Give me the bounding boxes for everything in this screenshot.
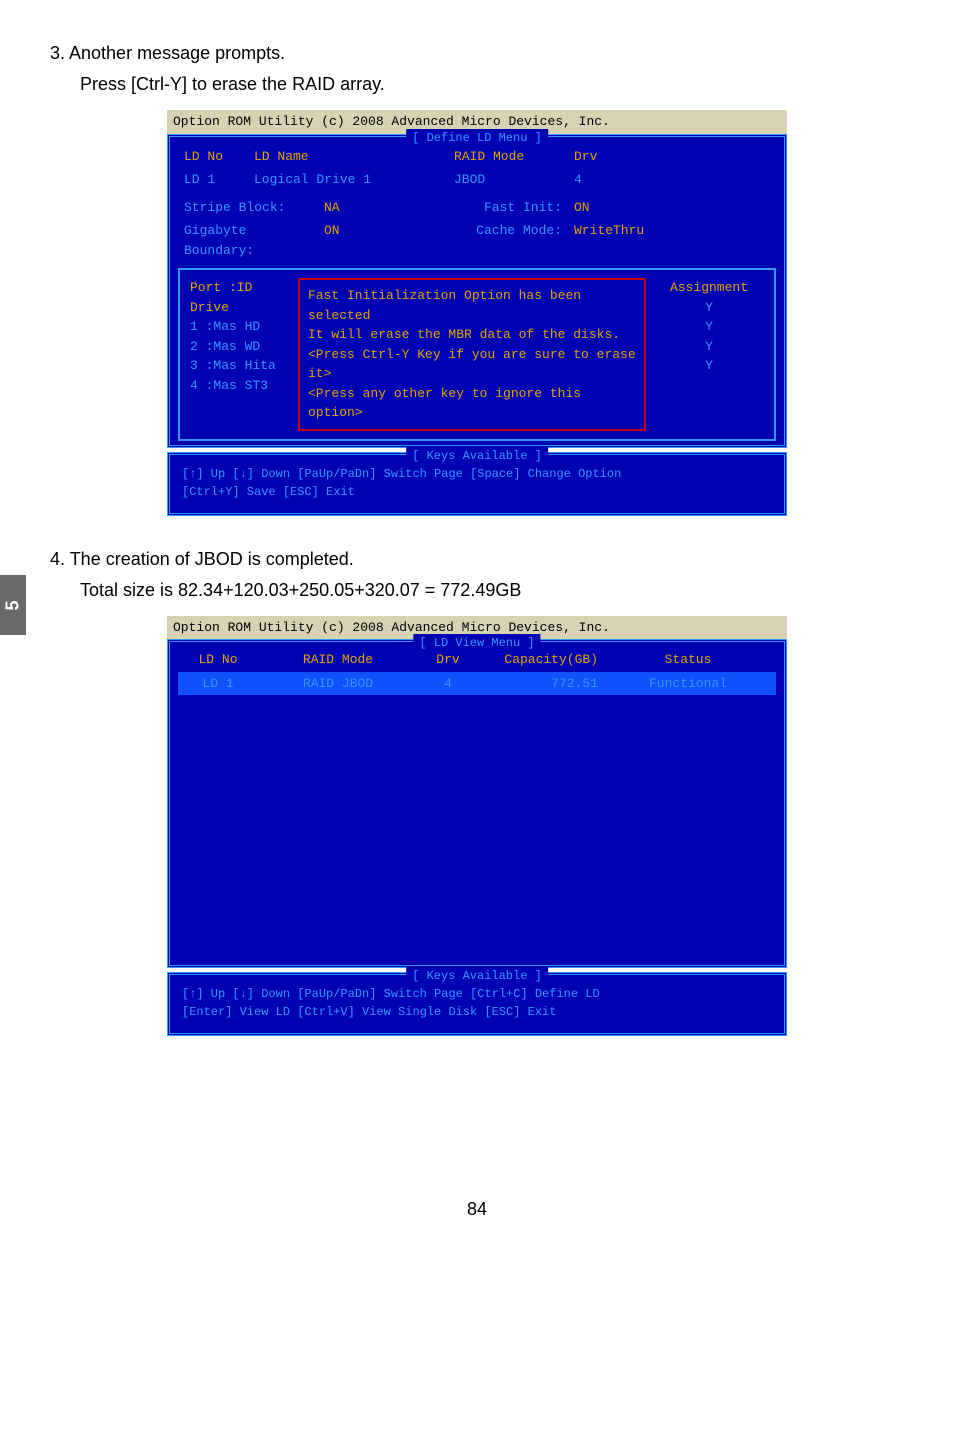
step-4-heading: 4. The creation of JBOD is completed. — [50, 546, 904, 573]
drive-row: 1 :Mas HD — [190, 317, 290, 337]
bios-screenshot-ld-view: Option ROM Utility (c) 2008 Advanced Mic… — [167, 616, 787, 1037]
ld-header-row: LD No LD Name RAID Mode Drv — [178, 147, 776, 167]
define-ld-title: [ Define LD Menu ] — [406, 129, 548, 147]
step-3-sub: Press [Ctrl-Y] to erase the RAID array. — [50, 71, 904, 98]
assign-cell: Y — [654, 317, 764, 337]
keys-line-2: [Enter] View LD [Ctrl+V] View Single Dis… — [182, 1003, 772, 1021]
drive-row: 4 :Mas ST3 — [190, 376, 290, 396]
drive-row: 2 :Mas WD — [190, 337, 290, 357]
step-3-heading: 3. Another message prompts. — [50, 40, 904, 67]
keys-available-panel: [ Keys Available ] [↑] Up [↓] Down [PaUp… — [167, 452, 787, 516]
ld-view-title: [ LD View Menu ] — [413, 634, 540, 652]
drive-list-box: Port :ID Drive 1 :Mas HD 2 :Mas WD 3 :Ma… — [178, 268, 776, 441]
assign-cell: Y — [654, 356, 764, 376]
chapter-tab: 5 — [0, 575, 26, 635]
keys-line-2: [Ctrl+Y] Save [ESC] Exit — [182, 483, 772, 501]
ld-view-empty-area — [178, 695, 776, 955]
bios-screenshot-define-ld: Option ROM Utility (c) 2008 Advanced Mic… — [167, 110, 787, 516]
keys-line-1: [↑] Up [↓] Down [PaUp/PaDn] Switch Page … — [182, 465, 772, 483]
page-number: 84 — [50, 1196, 904, 1223]
keys-line-1: [↑] Up [↓] Down [PaUp/PaDn] Switch Page … — [182, 985, 772, 1003]
keys-title: [ Keys Available ] — [406, 967, 548, 985]
step-4-sub: Total size is 82.34+120.03+250.05+320.07… — [50, 577, 904, 604]
assign-cell: Y — [654, 337, 764, 357]
keys-available-panel: [ Keys Available ] [↑] Up [↓] Down [PaUp… — [167, 972, 787, 1036]
keys-title: [ Keys Available ] — [406, 447, 548, 465]
drive-row: 3 :Mas Hita — [190, 356, 290, 376]
ld-view-row-selected[interactable]: LD 1 RAID JBOD 4 772.51 Functional — [178, 672, 776, 696]
assignment-heading: Assignment — [654, 278, 764, 298]
ld-data-row[interactable]: LD 1 Logical Drive 1 JBOD 4 — [178, 170, 776, 190]
erase-confirm-popup[interactable]: Fast Initialization Option has been sele… — [298, 278, 646, 431]
stripe-row: Stripe Block: NA Fast Init: ON — [178, 198, 776, 218]
port-heading: Port :ID Drive — [190, 278, 290, 317]
assign-cell: Y — [654, 298, 764, 318]
gb-row: Gigabyte Boundary: ON Cache Mode: WriteT… — [178, 221, 776, 260]
